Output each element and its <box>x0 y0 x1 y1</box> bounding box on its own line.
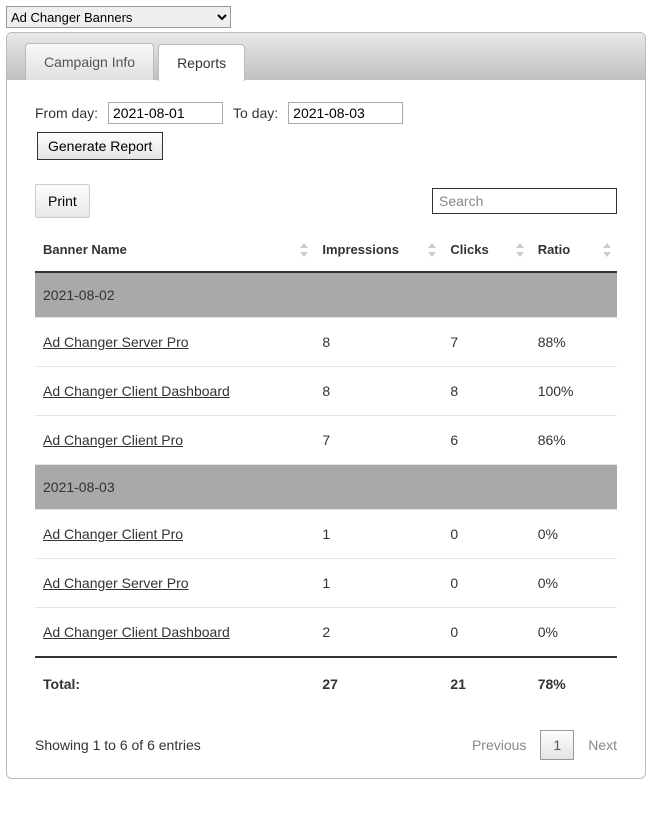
group-date: 2021-08-03 <box>35 465 617 510</box>
tab-campaign-info[interactable]: Campaign Info <box>25 43 154 80</box>
cell-impressions: 1 <box>314 510 442 559</box>
banner-link[interactable]: Ad Changer Client Dashboard <box>43 624 230 640</box>
col-ratio[interactable]: Ratio <box>530 228 617 272</box>
banner-link[interactable]: Ad Changer Server Pro <box>43 334 189 350</box>
cell-clicks: 0 <box>442 510 529 559</box>
cell-banner: Ad Changer Client Pro <box>35 510 314 559</box>
total-ratio: 78% <box>530 657 617 708</box>
next-page[interactable]: Next <box>588 737 617 753</box>
group-row: 2021-08-02 <box>35 272 617 318</box>
table-row: Ad Changer Server Pro 8788% <box>35 318 617 367</box>
table-footer: Showing 1 to 6 of 6 entries Previous 1 N… <box>35 730 617 760</box>
tab-reports[interactable]: Reports <box>158 44 245 81</box>
pagination: Previous 1 Next <box>472 730 617 760</box>
sort-icon <box>516 243 524 257</box>
cell-clicks: 0 <box>442 559 529 608</box>
table-row: Ad Changer Client Pro 100% <box>35 510 617 559</box>
sort-icon <box>603 243 611 257</box>
banner-link[interactable]: Ad Changer Server Pro <box>43 575 189 591</box>
cell-ratio: 0% <box>530 510 617 559</box>
cell-impressions: 8 <box>314 367 442 416</box>
cell-impressions: 7 <box>314 416 442 465</box>
to-day-input[interactable] <box>288 102 403 124</box>
group-date: 2021-08-02 <box>35 272 617 318</box>
reports-panel: Campaign Info Reports From day: To day: … <box>6 32 646 779</box>
cell-banner: Ad Changer Server Pro <box>35 318 314 367</box>
cell-clicks: 8 <box>442 367 529 416</box>
cell-clicks: 7 <box>442 318 529 367</box>
table-row: Ad Changer Client Pro 7686% <box>35 416 617 465</box>
cell-ratio: 88% <box>530 318 617 367</box>
generate-report-button[interactable]: Generate Report <box>37 132 163 160</box>
cell-ratio: 100% <box>530 367 617 416</box>
group-row: 2021-08-03 <box>35 465 617 510</box>
col-banner-name[interactable]: Banner Name <box>35 228 314 272</box>
total-impressions: 27 <box>314 657 442 708</box>
entries-info: Showing 1 to 6 of 6 entries <box>35 737 201 753</box>
content-area: From day: To day: Generate Report Print … <box>7 80 645 778</box>
search-input[interactable] <box>432 188 617 214</box>
cell-ratio: 86% <box>530 416 617 465</box>
cell-banner: Ad Changer Client Pro <box>35 416 314 465</box>
from-day-input[interactable] <box>108 102 223 124</box>
cell-ratio: 0% <box>530 559 617 608</box>
cell-ratio: 0% <box>530 608 617 658</box>
cell-banner: Ad Changer Client Dashboard <box>35 367 314 416</box>
cell-banner: Ad Changer Client Dashboard <box>35 608 314 658</box>
cell-impressions: 2 <box>314 608 442 658</box>
cell-impressions: 8 <box>314 318 442 367</box>
page-number[interactable]: 1 <box>540 730 574 760</box>
report-table: Banner Name Impressions Clicks Ratio 202… <box>35 228 617 708</box>
from-day-label: From day: <box>35 105 98 121</box>
tabs-bar: Campaign Info Reports <box>7 33 645 80</box>
total-clicks: 21 <box>442 657 529 708</box>
cell-impressions: 1 <box>314 559 442 608</box>
total-row: Total:272178% <box>35 657 617 708</box>
total-label: Total: <box>35 657 314 708</box>
table-row: Ad Changer Server Pro 100% <box>35 559 617 608</box>
cell-banner: Ad Changer Server Pro <box>35 559 314 608</box>
col-clicks[interactable]: Clicks <box>442 228 529 272</box>
banner-link[interactable]: Ad Changer Client Pro <box>43 432 183 448</box>
sort-icon <box>300 243 308 257</box>
prev-page[interactable]: Previous <box>472 737 526 753</box>
to-day-label: To day: <box>233 105 278 121</box>
table-row: Ad Changer Client Dashboard88100% <box>35 367 617 416</box>
print-button[interactable]: Print <box>35 184 90 218</box>
sort-icon <box>428 243 436 257</box>
banner-link[interactable]: Ad Changer Client Pro <box>43 526 183 542</box>
page-select[interactable]: Ad Changer Banners <box>6 6 231 28</box>
filter-row: From day: To day: <box>35 102 617 124</box>
col-impressions[interactable]: Impressions <box>314 228 442 272</box>
table-row: Ad Changer Client Dashboard 200% <box>35 608 617 658</box>
cell-clicks: 0 <box>442 608 529 658</box>
banner-link[interactable]: Ad Changer Client Dashboard <box>43 383 230 399</box>
toolbar: Print <box>35 184 617 218</box>
cell-clicks: 6 <box>442 416 529 465</box>
